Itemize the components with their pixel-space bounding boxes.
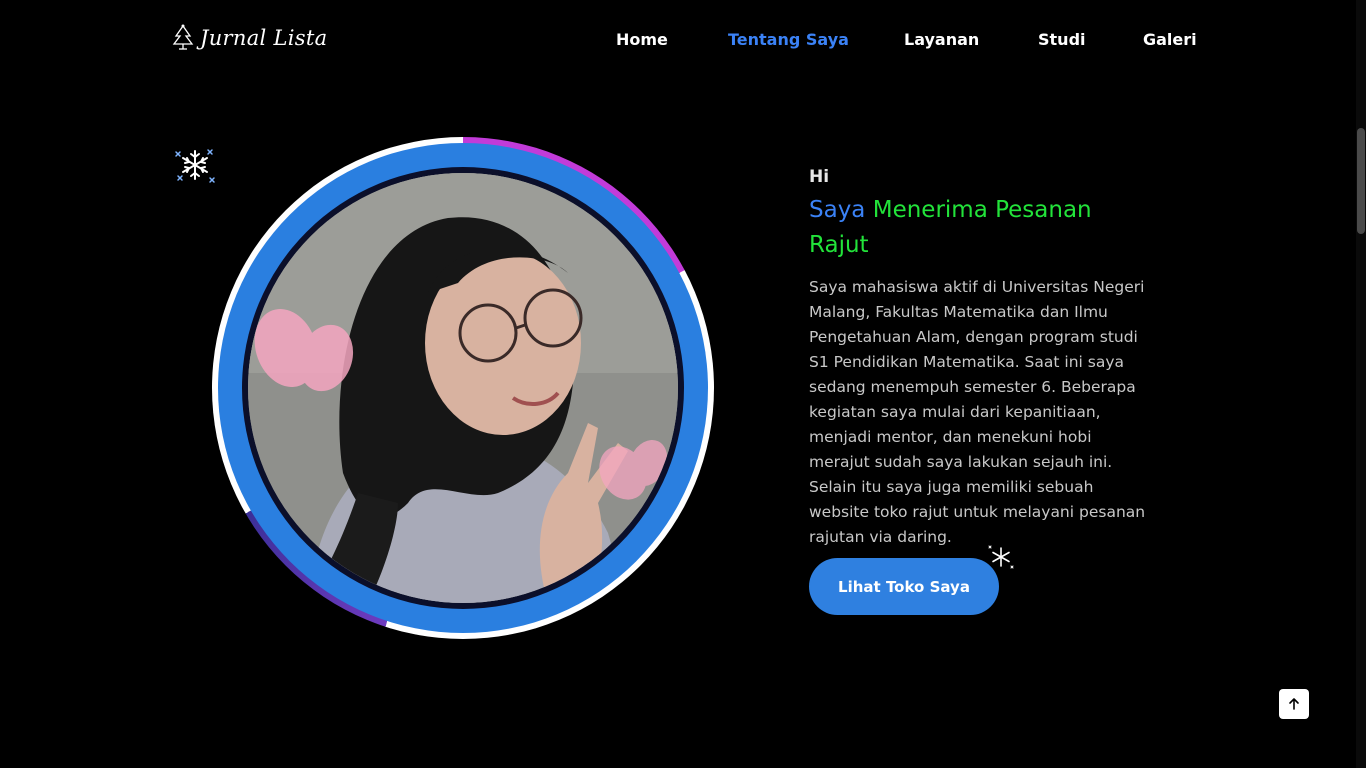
brand-logo-link[interactable]: Jurnal Lista (172, 24, 327, 52)
scrollbar-track[interactable] (1356, 0, 1366, 768)
christmas-tree-icon (172, 24, 194, 50)
arrow-up-icon (1289, 698, 1299, 710)
profile-photo-frame (212, 137, 714, 639)
nav-item-tentang-saya[interactable]: Tentang Saya (728, 30, 849, 49)
nav-item-galeri[interactable]: Galeri (1143, 30, 1197, 49)
headline: Saya Menerima Pesanan Rajut (809, 193, 1149, 263)
brand-name: Jurnal Lista (200, 26, 328, 50)
about-description: Saya mahasiswa aktif di Universitas Nege… (809, 278, 1146, 546)
nav-item-studi[interactable]: Studi (1038, 30, 1086, 49)
shop-button[interactable]: Lihat Toko Saya (809, 558, 999, 615)
back-to-top-button[interactable] (1279, 689, 1309, 719)
headline-prefix: Saya (809, 197, 866, 223)
nav-item-home[interactable]: Home (616, 30, 668, 49)
nav-item-layanan[interactable]: Layanan (904, 30, 979, 49)
about-section: Hi Saya Menerima Pesanan Rajut Saya maha… (809, 167, 1149, 550)
profile-photo (248, 173, 678, 603)
scrollbar-thumb[interactable] (1357, 128, 1365, 234)
navbar: Jurnal Lista Home Tentang Saya Layanan S… (0, 0, 1356, 80)
greeting: Hi (809, 167, 830, 187)
